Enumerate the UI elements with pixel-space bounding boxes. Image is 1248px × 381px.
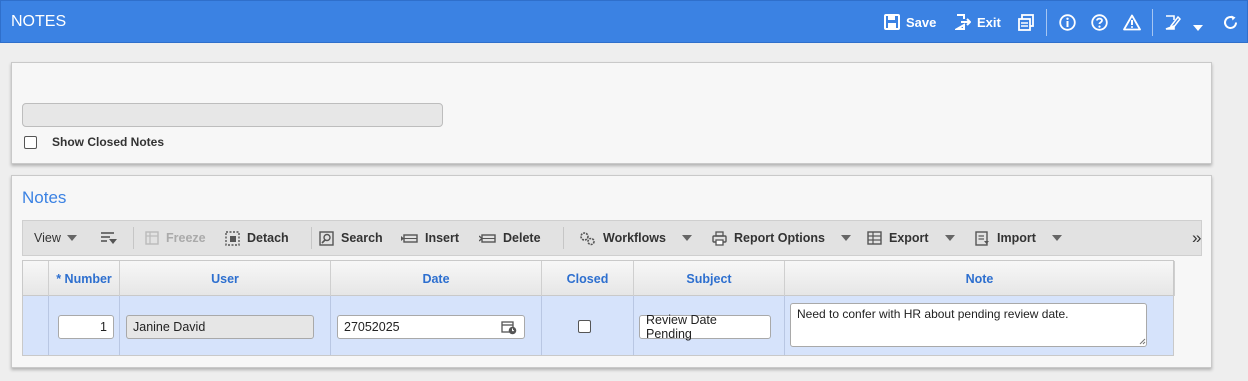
header-bar: NOTES Save Exit <box>0 0 1248 43</box>
delete-row-icon <box>479 233 496 243</box>
import-label: Import <box>997 231 1036 245</box>
resize-handle-icon[interactable] <box>1139 338 1146 345</box>
filter-icon <box>101 232 117 244</box>
insert-label: Insert <box>425 231 460 245</box>
detach-button[interactable]: Detach <box>225 221 289 255</box>
warning-icon <box>1123 14 1141 30</box>
printer-icon <box>712 230 727 246</box>
info-icon <box>1059 13 1076 31</box>
save-button[interactable]: Save <box>884 12 936 32</box>
search-label: Search <box>341 231 383 245</box>
freeze-label: Freeze <box>166 231 206 245</box>
filter-panel: Show Closed Notes <box>11 62 1212 164</box>
edit-icon <box>1165 14 1181 30</box>
info-button[interactable] <box>1059 12 1076 32</box>
caret-down-icon <box>681 235 692 241</box>
insert-row-icon <box>401 233 418 243</box>
gears-icon <box>580 231 595 245</box>
detach-icon <box>225 230 240 246</box>
user-cell: Janine David <box>120 296 331 355</box>
help-button[interactable] <box>1091 12 1108 32</box>
print-icon <box>1018 13 1034 31</box>
toolbar-separator <box>563 227 564 249</box>
subject-cell: Review Date Pending <box>634 296 785 355</box>
refresh-button[interactable] <box>1222 12 1239 32</box>
toolbar-separator <box>1046 9 1047 36</box>
freeze-button[interactable]: Freeze <box>145 221 206 255</box>
exit-icon <box>955 14 971 30</box>
exit-label: Exit <box>977 14 1001 30</box>
export-button[interactable]: Export <box>867 221 955 255</box>
workflows-button[interactable]: Workflows <box>579 221 692 255</box>
date-cell: 27052025 <box>331 296 542 355</box>
report-options-button[interactable]: Report Options <box>712 221 851 255</box>
number-cell: 1 <box>49 296 120 355</box>
caret-down-icon <box>840 235 851 241</box>
import-icon <box>975 230 989 246</box>
closed-cell <box>542 296 634 355</box>
workflows-label: Workflows <box>603 231 666 245</box>
section-title: Notes <box>22 188 67 207</box>
insert-button[interactable]: Insert <box>401 221 459 255</box>
delete-label: Delete <box>503 231 541 245</box>
user-field: Janine David <box>126 315 314 339</box>
freeze-icon <box>145 231 159 245</box>
detach-label: Detach <box>247 231 289 245</box>
filter-input[interactable] <box>22 103 443 127</box>
column-header-closed[interactable]: Closed <box>542 261 634 296</box>
print-button[interactable] <box>1018 12 1035 32</box>
export-table-icon <box>867 231 882 245</box>
date-value: 27052025 <box>344 320 400 334</box>
caret-down-icon <box>66 235 77 241</box>
number-input[interactable]: 1 <box>58 315 114 339</box>
edit-button[interactable] <box>1164 12 1181 32</box>
caret-down-icon <box>944 235 955 241</box>
caret-down-icon <box>1051 235 1062 241</box>
toolbar-separator <box>311 227 312 249</box>
search-icon <box>319 230 334 246</box>
table-row[interactable]: 1 Janine David 27052025 Review Date Pend… <box>23 296 1173 355</box>
import-button[interactable]: Import <box>975 221 1062 255</box>
export-label: Export <box>889 231 929 245</box>
column-header-number[interactable]: * Number <box>49 261 120 296</box>
more-dropdown-button[interactable] <box>1193 18 1203 38</box>
note-textarea[interactable]: Need to confer with HR about pending rev… <box>790 303 1147 347</box>
search-button[interactable]: Search <box>319 221 383 255</box>
toolbar-separator <box>1152 9 1153 36</box>
column-header-user[interactable]: User <box>120 261 331 296</box>
exit-button[interactable]: Exit <box>955 12 1001 32</box>
double-chevron-right-icon: » <box>1192 228 1202 247</box>
column-header-note[interactable]: Note <box>785 261 1175 296</box>
page-title: NOTES <box>11 13 67 30</box>
save-label: Save <box>906 14 937 30</box>
calendar-clock-icon[interactable] <box>501 320 517 335</box>
caret-down-icon <box>1193 25 1203 31</box>
view-menu-button[interactable]: View <box>34 221 77 255</box>
refresh-icon <box>1224 15 1237 29</box>
toolbar-separator <box>133 227 134 249</box>
notes-table: * Number User Date Closed Subject Note 1… <box>22 260 1175 356</box>
closed-checkbox[interactable] <box>578 320 591 333</box>
note-cell: Need to confer with HR about pending rev… <box>785 296 1175 355</box>
more-tools-button[interactable]: » <box>1192 221 1201 255</box>
view-label: View <box>34 231 61 245</box>
subject-input[interactable]: Review Date Pending <box>639 313 771 341</box>
column-header-date[interactable]: Date <box>331 261 542 296</box>
row-selector[interactable] <box>23 296 49 355</box>
help-icon <box>1091 13 1108 31</box>
column-header-subject[interactable]: Subject <box>634 261 785 296</box>
delete-button[interactable]: Delete <box>479 221 541 255</box>
show-closed-notes-label: Show Closed Notes <box>52 135 165 149</box>
show-closed-notes-checkbox[interactable] <box>24 136 37 149</box>
row-selector-header <box>23 261 49 296</box>
filter-options-button[interactable] <box>100 221 118 255</box>
save-icon <box>884 14 900 30</box>
table-header: * Number User Date Closed Subject Note <box>23 261 1175 296</box>
grid-toolbar: View Freeze Detach Search Insert Delete … <box>22 220 1202 256</box>
warning-button[interactable] <box>1123 12 1141 32</box>
report-options-label: Report Options <box>734 231 825 245</box>
notes-panel: Notes View Freeze Detach Search Insert D… <box>11 175 1212 368</box>
date-input[interactable]: 27052025 <box>337 315 525 339</box>
